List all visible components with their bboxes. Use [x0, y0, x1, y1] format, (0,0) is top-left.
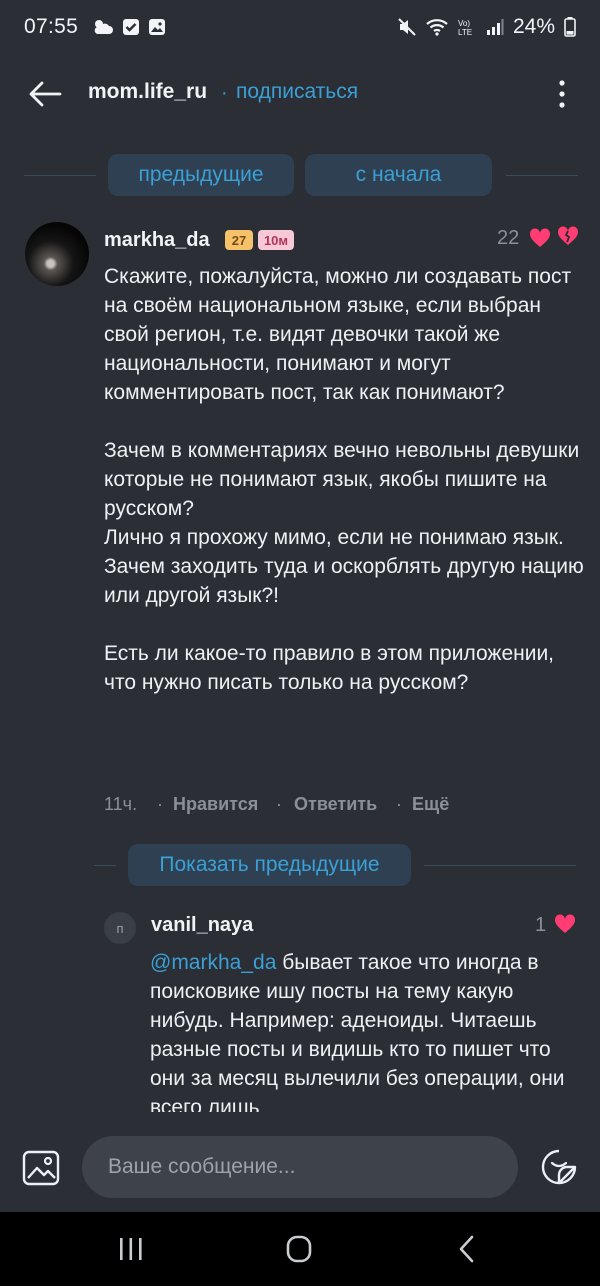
- battery-icon: [564, 17, 576, 37]
- svg-text:LTE: LTE: [458, 28, 472, 37]
- reply-text-body: бывает такое что иногда в поисковике ишу…: [150, 951, 565, 1112]
- like-action[interactable]: Нравится: [173, 794, 258, 815]
- status-left-icons: [92, 18, 166, 36]
- more-menu-icon[interactable]: [550, 74, 574, 114]
- signal-icon: [486, 19, 504, 35]
- cloud-sun-icon: [94, 20, 114, 34]
- reply-avatar[interactable]: п: [104, 912, 136, 944]
- status-time: 07:55: [24, 15, 79, 38]
- app-header: mom.life_ru · подписаться: [0, 60, 600, 126]
- child-age-badge: 10м: [258, 230, 294, 250]
- mute-icon: [398, 18, 416, 36]
- meta-dot: ·: [276, 794, 282, 814]
- mention-link[interactable]: @markha_da: [150, 951, 276, 974]
- previous-button[interactable]: предыдущие: [108, 154, 294, 196]
- from-start-button[interactable]: с начала: [305, 154, 492, 196]
- subscribe-link[interactable]: подписаться: [236, 80, 358, 104]
- heart-icon[interactable]: [528, 226, 552, 250]
- reply-action[interactable]: Ответить: [294, 794, 377, 815]
- reply-author[interactable]: vanil_naya: [151, 914, 253, 937]
- channel-title[interactable]: mom.life_ru: [88, 80, 207, 104]
- more-action[interactable]: Ещё: [412, 794, 449, 815]
- reply-text: @markha_da бывает такое что иногда в пои…: [150, 948, 590, 1112]
- age-badge: 27: [225, 230, 253, 250]
- svg-text:Vo): Vo): [458, 19, 470, 28]
- reply-text-container: @markha_da бывает такое что иногда в пои…: [150, 948, 590, 1112]
- sticker-icon[interactable]: [540, 1148, 578, 1186]
- meta-dot: ·: [157, 794, 163, 814]
- message-input[interactable]: [82, 1136, 518, 1198]
- meta-dot: ·: [396, 794, 402, 814]
- pager-divider-left: [24, 175, 96, 176]
- gallery-icon: [149, 19, 166, 35]
- title-separator: ·: [221, 82, 228, 104]
- recent-apps-icon[interactable]: [113, 1234, 149, 1264]
- author-avatar[interactable]: [25, 222, 89, 286]
- comment-time: 11ч.: [104, 794, 138, 814]
- system-nav-bar: [0, 1212, 600, 1286]
- broken-heart-icon[interactable]: [556, 224, 580, 248]
- check-box-icon: [123, 19, 140, 35]
- back-nav-icon[interactable]: [450, 1234, 486, 1264]
- home-icon[interactable]: [281, 1234, 317, 1264]
- comment-like-count: 22: [497, 227, 520, 249]
- comment-author[interactable]: markha_da: [104, 229, 210, 252]
- replies-divider-left: [94, 865, 116, 866]
- reply-like-count: 1: [535, 914, 547, 936]
- back-arrow-icon[interactable]: [26, 74, 66, 114]
- battery-percent: 24%: [512, 15, 555, 38]
- wifi-icon: [426, 19, 448, 36]
- show-previous-replies-button[interactable]: Показать предыдущие: [128, 844, 411, 886]
- replies-divider-right: [424, 865, 576, 866]
- heart-icon[interactable]: [553, 912, 577, 936]
- status-bar: 07:55 Vo) LTE 24%: [0, 0, 600, 54]
- message-input-bar: [0, 1124, 600, 1212]
- image-attach-icon[interactable]: [22, 1150, 60, 1186]
- pager-divider-right: [506, 175, 578, 176]
- volte-icon: Vo)LTE: [458, 19, 472, 37]
- comment-text: Скажите, пожалуйста, можно ли создавать …: [104, 265, 584, 694]
- status-right: Vo) LTE 24%: [397, 15, 576, 39]
